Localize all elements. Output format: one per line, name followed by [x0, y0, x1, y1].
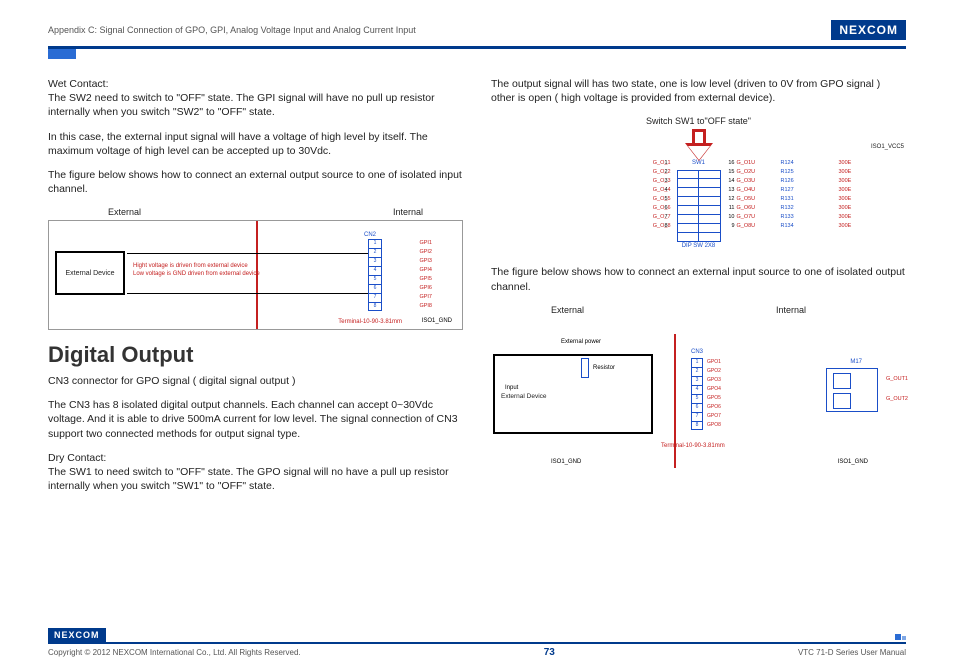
fig2-chip — [826, 368, 878, 412]
dry-contact-title: Dry Contact: — [48, 452, 106, 464]
r-p2: The figure below shows how to connect an… — [491, 265, 906, 293]
fig1-external-device: External Device — [55, 251, 125, 295]
sw-right-signals: G_O1UG_O2U G_O3UG_O4U G_O5UG_O6U G_O7UG_… — [737, 159, 781, 231]
fig2-connector: 1234 5678 — [691, 358, 703, 430]
fig1-connector: 1234 5678 — [368, 239, 382, 311]
fig1-iso: ISO1_GND — [422, 317, 452, 325]
right-column: The output signal will has two state, on… — [491, 77, 906, 503]
fig1-internal-label: Internal — [393, 206, 423, 218]
figure-sw1: Switch SW1 to"OFF state" SW1 DIP SW 2X8 … — [491, 115, 906, 265]
fig1-labels: External Internal — [48, 206, 463, 220]
sw-values: 300E300E 300E300E 300E300E 300E300E — [839, 159, 869, 231]
wet-contact-title: Wet Contact: — [48, 78, 109, 90]
sw-iso-label: ISO1_VCC5 — [871, 143, 904, 151]
fig1-terminal: Terminal-10-90-3.81mm — [338, 319, 402, 326]
p2: In this case, the external input signal … — [48, 130, 463, 158]
figure-input-channel: External Internal External Device Hight … — [48, 206, 463, 330]
sw-resistors: R124R125 R126R127 R131R132 R133R134 — [781, 159, 811, 231]
brand-logo: NEXCOM — [831, 20, 906, 40]
dip-label: DIP SW 2X8 — [491, 242, 906, 250]
fig2-iso2: ISO1_GND — [838, 458, 868, 466]
fig2-external-device: External Device — [493, 354, 653, 434]
header-tab — [48, 49, 76, 59]
sw-left-pins: 12 34 56 78 — [665, 159, 675, 231]
sw-left-signals: G_O_1G_O_2 G_O_3G_O_4 G_O_5G_O_6 G_O_7G_… — [611, 159, 671, 231]
content-columns: Wet Contact: The SW2 need to switch to "… — [48, 77, 906, 503]
appendix-title: Appendix C: Signal Connection of GPO, GP… — [48, 25, 416, 35]
p5: The CN3 has 8 isolated digital output ch… — [48, 398, 463, 441]
r-p1: The output signal will has two state, on… — [491, 77, 906, 105]
fig1-conn-label: CN2 — [364, 231, 376, 239]
fig1-box: External Device Hight voltage is driven … — [48, 220, 463, 330]
fig2-internal-label: Internal — [776, 304, 806, 316]
fig2-gpo-list: GPO1GPO2 GPO3GPO4 GPO5GPO6 GPO7GPO8 — [707, 358, 721, 430]
p3: The figure below shows how to connect an… — [48, 168, 463, 196]
fig2-external-label: External — [551, 304, 584, 316]
fig2-resistor — [581, 358, 589, 378]
page: Appendix C: Signal Connection of GPO, GP… — [0, 0, 954, 672]
fig1-gpi-list: GPI1 GPI2 GPI3 GPI4 GPI5 GPI6 GPI7 GPI8 — [419, 239, 432, 311]
header-bar: Appendix C: Signal Connection of GPO, GP… — [48, 20, 906, 44]
fig2-out2: G_OUT2 — [886, 396, 908, 403]
sw-right-pins: 1615 1413 1211 109 — [723, 159, 735, 231]
footer-logo: NEXCOM — [48, 628, 106, 642]
dry-contact-block: Dry Contact: The SW1 to need switch to "… — [48, 451, 463, 494]
page-number: 73 — [544, 647, 555, 658]
fig2-box: External Device External power Resistor … — [491, 318, 906, 468]
fig2-input-label: Input — [505, 384, 518, 392]
arrow-down-icon — [685, 143, 713, 161]
sw1-title: Switch SW1 to"OFF state" — [491, 115, 906, 127]
dry-contact-text: The SW1 to need switch to "OFF" state. T… — [48, 466, 449, 492]
fig2-labels: External Internal — [491, 304, 906, 318]
footer-decor-icon — [895, 634, 906, 640]
fig2-terminal: Terminal-10-90-3.81mm — [661, 443, 725, 450]
footer: NEXCOM Copyright © 2012 NEXCOM Internati… — [48, 642, 906, 658]
fig2-iso: ISO1_GND — [551, 458, 581, 466]
left-column: Wet Contact: The SW2 need to switch to "… — [48, 77, 463, 503]
wet-contact-block: Wet Contact: The SW2 need to switch to "… — [48, 77, 463, 120]
manual-name: VTC 71-D Series User Manual — [798, 648, 906, 657]
fig2-resistor-label: Resistor — [593, 364, 615, 372]
copyright: Copyright © 2012 NEXCOM International Co… — [48, 648, 301, 657]
p4: CN3 connector for GPO signal ( digital s… — [48, 374, 463, 388]
digital-output-heading: Digital Output — [48, 340, 463, 370]
fig2-conn-label: CN3 — [691, 348, 703, 356]
fig2-out1: G_OUT1 — [886, 376, 908, 383]
arrow-shaft — [692, 129, 706, 143]
fig2-chip-label: M17 — [850, 358, 862, 366]
header-rule — [48, 46, 906, 49]
wet-contact-text: The SW2 need to switch to "OFF" state. T… — [48, 92, 435, 118]
fig2-ext-power: External power — [561, 338, 601, 346]
dip-switch — [677, 170, 721, 242]
fig2-device-label: External Device — [501, 393, 547, 402]
figure-output-channel: External Internal External Device Extern… — [491, 304, 906, 468]
fig1-wires — [127, 241, 368, 311]
fig1-external-label: External — [108, 206, 141, 218]
